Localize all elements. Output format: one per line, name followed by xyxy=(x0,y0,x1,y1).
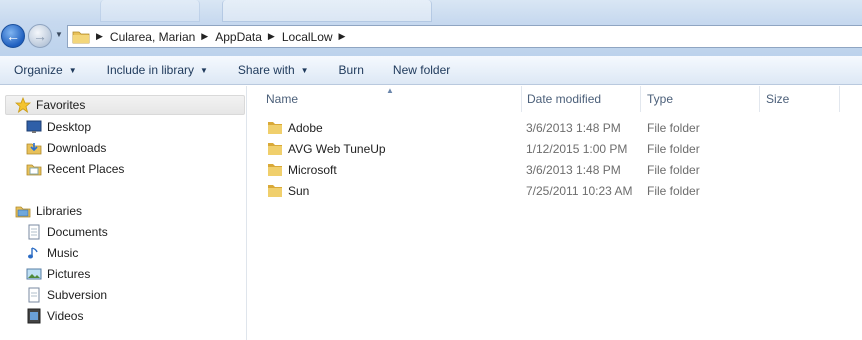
file-name: AVG Web TuneUp xyxy=(288,141,386,156)
column-header-type-label: Type xyxy=(647,92,674,106)
share-with-button[interactable]: Share with ▼ xyxy=(208,63,309,77)
back-button[interactable]: ← xyxy=(1,24,25,48)
file-name-cell[interactable]: Sun xyxy=(267,180,309,201)
forward-arrow-icon: → xyxy=(33,28,47,44)
include-in-library-button[interactable]: Include in library ▼ xyxy=(77,63,208,77)
column-header-date-label: Date modified xyxy=(527,92,602,106)
window-titlebar: ← → ▼ ▶ Cularea, Marian ▶ AppData ▶ Loca… xyxy=(0,0,862,56)
music-icon xyxy=(26,245,42,261)
nav-favorites[interactable]: Favorites xyxy=(5,95,245,115)
column-divider[interactable] xyxy=(759,86,760,112)
nav-documents-label: Documents xyxy=(47,225,108,239)
table-row[interactable]: Adobe 3/6/2013 1:48 PM File folder xyxy=(248,117,862,138)
file-name: Sun xyxy=(288,183,310,198)
nav-downloads[interactable]: Downloads xyxy=(26,138,106,158)
libraries-icon xyxy=(15,203,31,219)
burn-button[interactable]: Burn xyxy=(309,63,364,77)
table-row[interactable]: AVG Web TuneUp 1/12/2015 1:00 PM File fo… xyxy=(248,138,862,159)
breadcrumb-chevron-icon[interactable]: ▶ xyxy=(339,31,346,42)
nav-downloads-label: Downloads xyxy=(47,141,107,155)
nav-music[interactable]: Music xyxy=(26,243,78,263)
include-in-library-label: Include in library xyxy=(106,63,194,77)
command-bar: Organize ▼ Include in library ▼ Share wi… xyxy=(0,56,862,85)
column-header-name-label: Name xyxy=(266,92,299,106)
desktop-icon xyxy=(26,119,42,135)
star-icon xyxy=(15,97,31,113)
date-modified-cell: 1/12/2015 1:00 PM xyxy=(526,141,628,156)
file-name-cell[interactable]: AVG Web TuneUp xyxy=(267,138,386,159)
breadcrumb-appdata[interactable]: AppData xyxy=(215,30,262,44)
nav-pictures-label: Pictures xyxy=(47,267,91,281)
type-cell: File folder xyxy=(647,162,700,177)
type-cell: File folder xyxy=(647,141,700,156)
back-arrow-icon: ← xyxy=(6,28,20,44)
pictures-icon xyxy=(26,266,42,282)
table-row[interactable]: Sun 7/25/2011 10:23 AM File folder xyxy=(248,180,862,201)
breadcrumb-user[interactable]: Cularea, Marian xyxy=(110,30,195,44)
type-cell: File folder xyxy=(647,183,700,198)
file-name: Adobe xyxy=(288,120,323,135)
nav-desktop-label: Desktop xyxy=(47,120,92,134)
nav-libraries-label: Libraries xyxy=(36,204,83,218)
address-bar[interactable]: ▶ Cularea, Marian ▶ AppData ▶ LocalLow ▶ xyxy=(67,25,862,48)
nav-favorites-label: Favorites xyxy=(36,98,86,112)
column-header-size-label: Size xyxy=(766,92,790,106)
column-header-type[interactable]: Type xyxy=(647,86,759,112)
column-header-name[interactable]: Name xyxy=(266,86,516,112)
column-header-size[interactable]: Size xyxy=(766,86,846,112)
subversion-icon xyxy=(26,287,42,303)
new-folder-button[interactable]: New folder xyxy=(364,63,450,77)
breadcrumb-locallow[interactable]: LocalLow xyxy=(282,30,333,44)
nav-music-label: Music xyxy=(47,246,79,260)
folder-icon xyxy=(268,163,282,176)
date-modified-cell: 3/6/2013 1:48 PM xyxy=(526,120,621,135)
organize-button[interactable]: Organize ▼ xyxy=(0,63,77,77)
breadcrumb-chevron-icon[interactable]: ▶ xyxy=(268,31,275,42)
folder-icon xyxy=(268,184,282,197)
share-with-label: Share with xyxy=(237,63,295,77)
column-divider[interactable] xyxy=(839,86,840,112)
recent-places-icon xyxy=(26,161,42,177)
nav-videos[interactable]: Videos xyxy=(26,306,83,326)
nav-subversion[interactable]: Subversion xyxy=(26,285,107,305)
new-folder-label: New folder xyxy=(392,63,451,77)
date-modified-cell: 3/6/2013 1:48 PM xyxy=(526,162,621,177)
file-name: Microsoft xyxy=(288,162,337,177)
folder-icon xyxy=(268,121,282,134)
nav-videos-label: Videos xyxy=(47,309,84,323)
forward-button[interactable]: → xyxy=(28,24,52,48)
folder-icon xyxy=(72,31,90,43)
breadcrumb-chevron-icon[interactable]: ▶ xyxy=(96,31,103,42)
column-divider[interactable] xyxy=(521,86,522,112)
nav-recent-places[interactable]: Recent Places xyxy=(26,159,124,179)
type-cell: File folder xyxy=(647,120,700,135)
table-row[interactable]: Microsoft 3/6/2013 1:48 PM File folder xyxy=(248,159,862,180)
recent-pages-dropdown[interactable]: ▼ xyxy=(55,30,63,39)
nav-desktop[interactable]: Desktop xyxy=(26,117,91,137)
column-divider[interactable] xyxy=(640,86,641,112)
file-list: ▲ Name Date modified Type Size Adobe 3/6… xyxy=(248,86,862,340)
column-header-date-modified[interactable]: Date modified xyxy=(527,86,639,112)
dropdown-arrow-icon: ▼ xyxy=(300,65,309,75)
nav-libraries[interactable]: Libraries xyxy=(15,201,82,221)
videos-icon xyxy=(26,308,42,324)
nav-recent-places-label: Recent Places xyxy=(47,162,125,176)
nav-pictures[interactable]: Pictures xyxy=(26,264,90,284)
folder-icon xyxy=(268,142,282,155)
navigation-pane: Favorites Desktop Downloads Recent Place… xyxy=(0,86,247,340)
background-taskbar-item xyxy=(222,0,432,22)
file-name-cell[interactable]: Microsoft xyxy=(267,159,337,180)
breadcrumb-chevron-icon[interactable]: ▶ xyxy=(201,31,208,42)
burn-label: Burn xyxy=(338,63,364,77)
dropdown-arrow-icon: ▼ xyxy=(68,65,77,75)
organize-label: Organize xyxy=(14,63,63,77)
date-modified-cell: 7/25/2011 10:23 AM xyxy=(526,183,633,198)
dropdown-arrow-icon: ▼ xyxy=(200,65,208,75)
nav-subversion-label: Subversion xyxy=(47,288,108,302)
file-name-cell[interactable]: Adobe xyxy=(267,117,323,138)
downloads-icon xyxy=(26,140,42,156)
documents-icon xyxy=(26,224,42,240)
background-taskbar-item xyxy=(100,0,200,22)
nav-documents[interactable]: Documents xyxy=(26,222,108,242)
